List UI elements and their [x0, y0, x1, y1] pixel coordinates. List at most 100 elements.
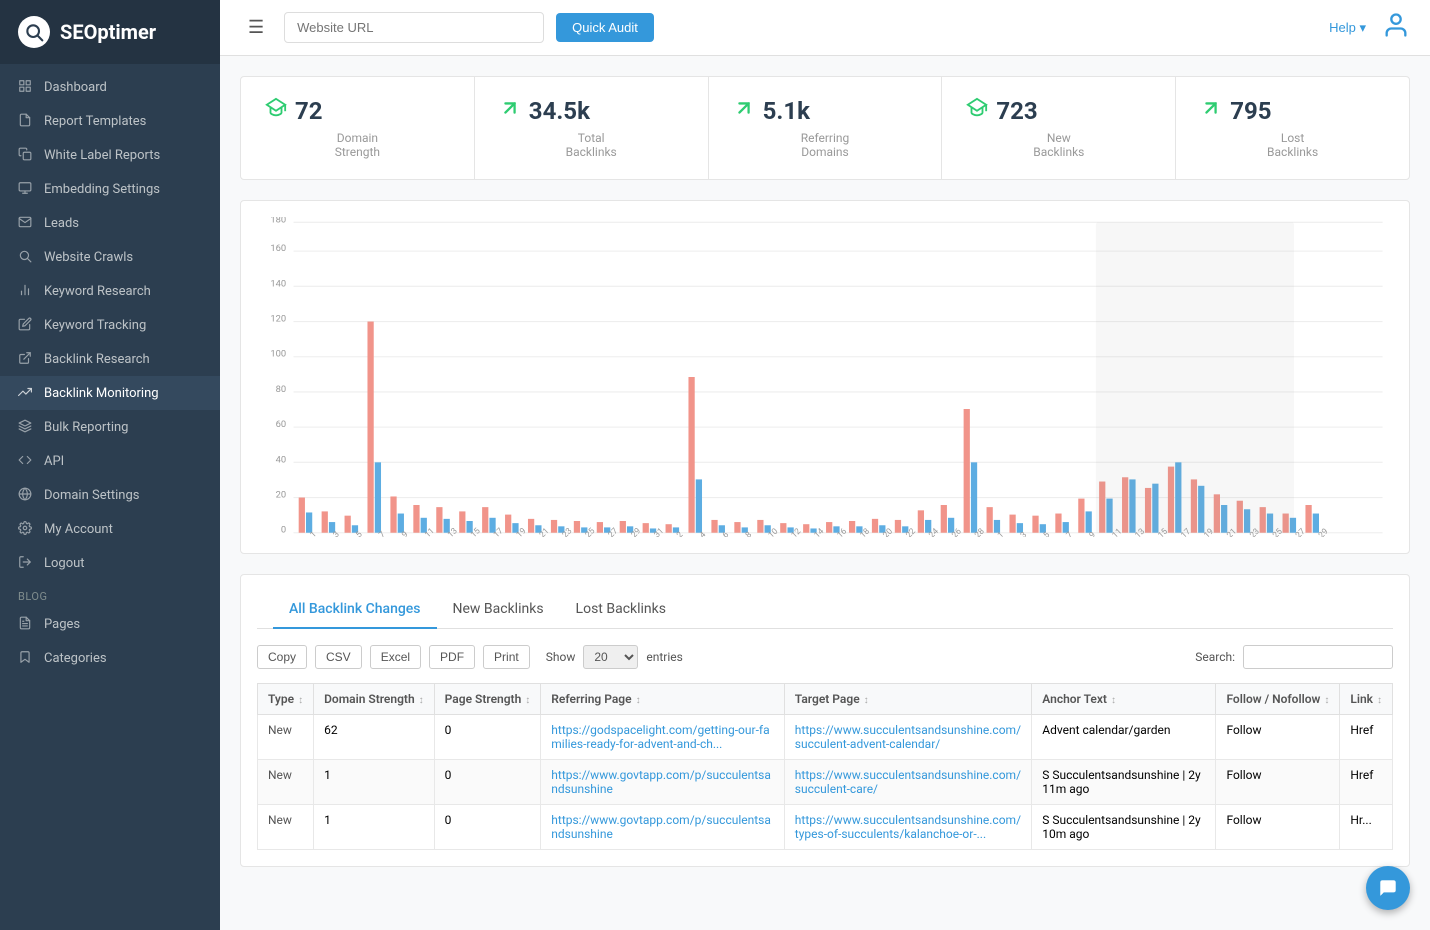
- tab-new-backlinks[interactable]: New Backlinks: [437, 591, 560, 629]
- table-row: New10https://www.govtapp.com/p/succulent…: [258, 760, 1393, 805]
- anchor-text: S Succulentsandsunshine | 2y 10m ago: [1042, 813, 1200, 841]
- sidebar-label: White Label Reports: [44, 148, 160, 163]
- sidebar-label: Leads: [44, 216, 79, 231]
- th-link[interactable]: Link↕: [1340, 684, 1393, 715]
- settings-icon: [18, 521, 34, 537]
- sidebar-label: My Account: [44, 522, 113, 537]
- logo[interactable]: SEOptimer: [0, 0, 220, 64]
- content-area: 72 DomainStrength 34.5k TotalBacklinks 5…: [220, 56, 1430, 930]
- stat-value-1: 34.5k: [529, 97, 590, 125]
- tabs-row: All Backlink ChangesNew BacklinksLost Ba…: [257, 591, 1393, 629]
- sidebar-item-logout[interactable]: Logout: [0, 546, 220, 580]
- target-page-link[interactable]: https://www.succulentsandsunshine.com/ty…: [795, 813, 1021, 841]
- page-strength: 0: [445, 768, 452, 782]
- entries-select[interactable]: 102050100: [583, 645, 638, 669]
- th-type[interactable]: Type↕: [258, 684, 314, 715]
- link-type: Href: [1350, 723, 1373, 737]
- sidebar-main-section: Dashboard Report Templates White Label Rep…: [0, 64, 220, 681]
- mail-icon: [18, 215, 34, 231]
- sidebar-item-embedding-settings[interactable]: Embedding Settings: [0, 172, 220, 206]
- table-row: New10https://www.govtapp.com/p/succulent…: [258, 805, 1393, 850]
- globe-icon: [18, 487, 34, 503]
- stat-card-1: 34.5k TotalBacklinks: [475, 77, 709, 179]
- sidebar-label: Embedding Settings: [44, 182, 160, 197]
- sidebar-item-dashboard[interactable]: Dashboard: [0, 70, 220, 104]
- sidebar-label: Backlink Monitoring: [44, 386, 159, 401]
- quick-audit-button[interactable]: Quick Audit: [556, 13, 654, 42]
- anchor-text: S Succulentsandsunshine | 2y 11m ago: [1042, 768, 1200, 796]
- sidebar-item-website-crawls[interactable]: Website Crawls: [0, 240, 220, 274]
- search-icon: [18, 249, 34, 265]
- stat-label-3: NewBacklinks: [966, 131, 1151, 159]
- referring-page-link[interactable]: https://www.govtapp.com/p/succulentsands…: [551, 813, 771, 841]
- chart-container: 0 20 40 60 80 100 120 140 160 180: [240, 200, 1410, 554]
- sidebar-label: Dashboard: [44, 80, 107, 95]
- sidebar-item-leads[interactable]: Leads: [0, 206, 220, 240]
- stat-label-0: DomainStrength: [265, 131, 450, 159]
- table-row: New620https://godspacelight.com/getting-…: [258, 715, 1393, 760]
- csv-button[interactable]: CSV: [315, 645, 362, 669]
- sidebar-item-api[interactable]: API: [0, 444, 220, 478]
- target-page-link[interactable]: https://www.succulentsandsunshine.com/su…: [795, 768, 1021, 796]
- stat-icon-1: [499, 97, 521, 125]
- anchor-text: Advent calendar/garden: [1042, 723, 1170, 737]
- table-search-input[interactable]: [1243, 645, 1393, 669]
- sidebar-item-backlink-monitoring[interactable]: Backlink Monitoring: [0, 376, 220, 410]
- pdf-button[interactable]: PDF: [429, 645, 475, 669]
- stat-card-4: 795 LostBacklinks: [1176, 77, 1409, 179]
- sidebar-item-pages[interactable]: Pages: [0, 607, 220, 641]
- th-anchor-text[interactable]: Anchor Text↕: [1032, 684, 1216, 715]
- target-page-link[interactable]: https://www.succulentsandsunshine.com/su…: [795, 723, 1021, 751]
- referring-page-link[interactable]: https://godspacelight.com/getting-our-fa…: [551, 723, 769, 751]
- grid-icon: [18, 79, 34, 95]
- th-follow---nofollow[interactable]: Follow / Nofollow↕: [1216, 684, 1340, 715]
- sidebar-item-backlink-research[interactable]: Backlink Research: [0, 342, 220, 376]
- th-referring-page[interactable]: Referring Page↕: [541, 684, 785, 715]
- th-page-strength[interactable]: Page Strength↕: [434, 684, 541, 715]
- domain-strength: 1: [324, 813, 331, 827]
- tab-lost-backlinks[interactable]: Lost Backlinks: [560, 591, 682, 629]
- link-type: Hr...: [1350, 813, 1371, 827]
- sidebar-item-bulk-reporting[interactable]: Bulk Reporting: [0, 410, 220, 444]
- url-input[interactable]: [284, 12, 544, 43]
- logo-text: SEOptimer: [60, 20, 156, 44]
- sidebar-item-categories[interactable]: Categories: [0, 641, 220, 675]
- sidebar-item-report-templates[interactable]: Report Templates: [0, 104, 220, 138]
- page-strength: 0: [445, 813, 452, 827]
- sidebar-item-my-account[interactable]: My Account: [0, 512, 220, 546]
- domain-strength: 1: [324, 768, 331, 782]
- sidebar-label: API: [44, 454, 64, 469]
- chat-button[interactable]: [1366, 866, 1410, 910]
- logo-icon: [18, 16, 50, 48]
- sidebar-label: Report Templates: [44, 114, 146, 129]
- user-avatar-icon[interactable]: [1382, 11, 1410, 45]
- menu-toggle-button[interactable]: ☰: [240, 13, 272, 42]
- stat-icon-3: [966, 97, 988, 125]
- help-button[interactable]: Help ▾: [1329, 20, 1366, 36]
- entries-label: entries: [646, 650, 682, 664]
- sidebar-label: Pages: [44, 617, 80, 632]
- tab-all-backlink-changes[interactable]: All Backlink Changes: [273, 591, 437, 629]
- stat-value-4: 795: [1230, 97, 1271, 125]
- stat-icon-0: [265, 97, 287, 125]
- trending-up-icon: [18, 385, 34, 401]
- sidebar-item-keyword-research[interactable]: Keyword Research: [0, 274, 220, 308]
- edit-icon: [18, 317, 34, 333]
- print-button[interactable]: Print: [483, 645, 530, 669]
- sidebar-label: Logout: [44, 556, 85, 571]
- monitor-icon: [18, 181, 34, 197]
- th-domain-strength[interactable]: Domain Strength↕: [314, 684, 435, 715]
- sidebar-label: Keyword Tracking: [44, 318, 146, 333]
- backlink-table: Type↕Domain Strength↕Page Strength↕Refer…: [257, 683, 1393, 850]
- referring-page-link[interactable]: https://www.govtapp.com/p/succulentsands…: [551, 768, 771, 796]
- excel-button[interactable]: Excel: [370, 645, 421, 669]
- svg-text:20: 20: [276, 489, 287, 500]
- stat-value-0: 72: [295, 97, 323, 125]
- file-text-icon: [18, 616, 34, 632]
- th-target-page[interactable]: Target Page↕: [784, 684, 1031, 715]
- sidebar-item-keyword-tracking[interactable]: Keyword Tracking: [0, 308, 220, 342]
- backlink-chart: 0 20 40 60 80 100 120 140 160 180: [257, 217, 1393, 537]
- sidebar-item-domain-settings[interactable]: Domain Settings: [0, 478, 220, 512]
- sidebar-item-white-label-reports[interactable]: White Label Reports: [0, 138, 220, 172]
- copy-button[interactable]: Copy: [257, 645, 307, 669]
